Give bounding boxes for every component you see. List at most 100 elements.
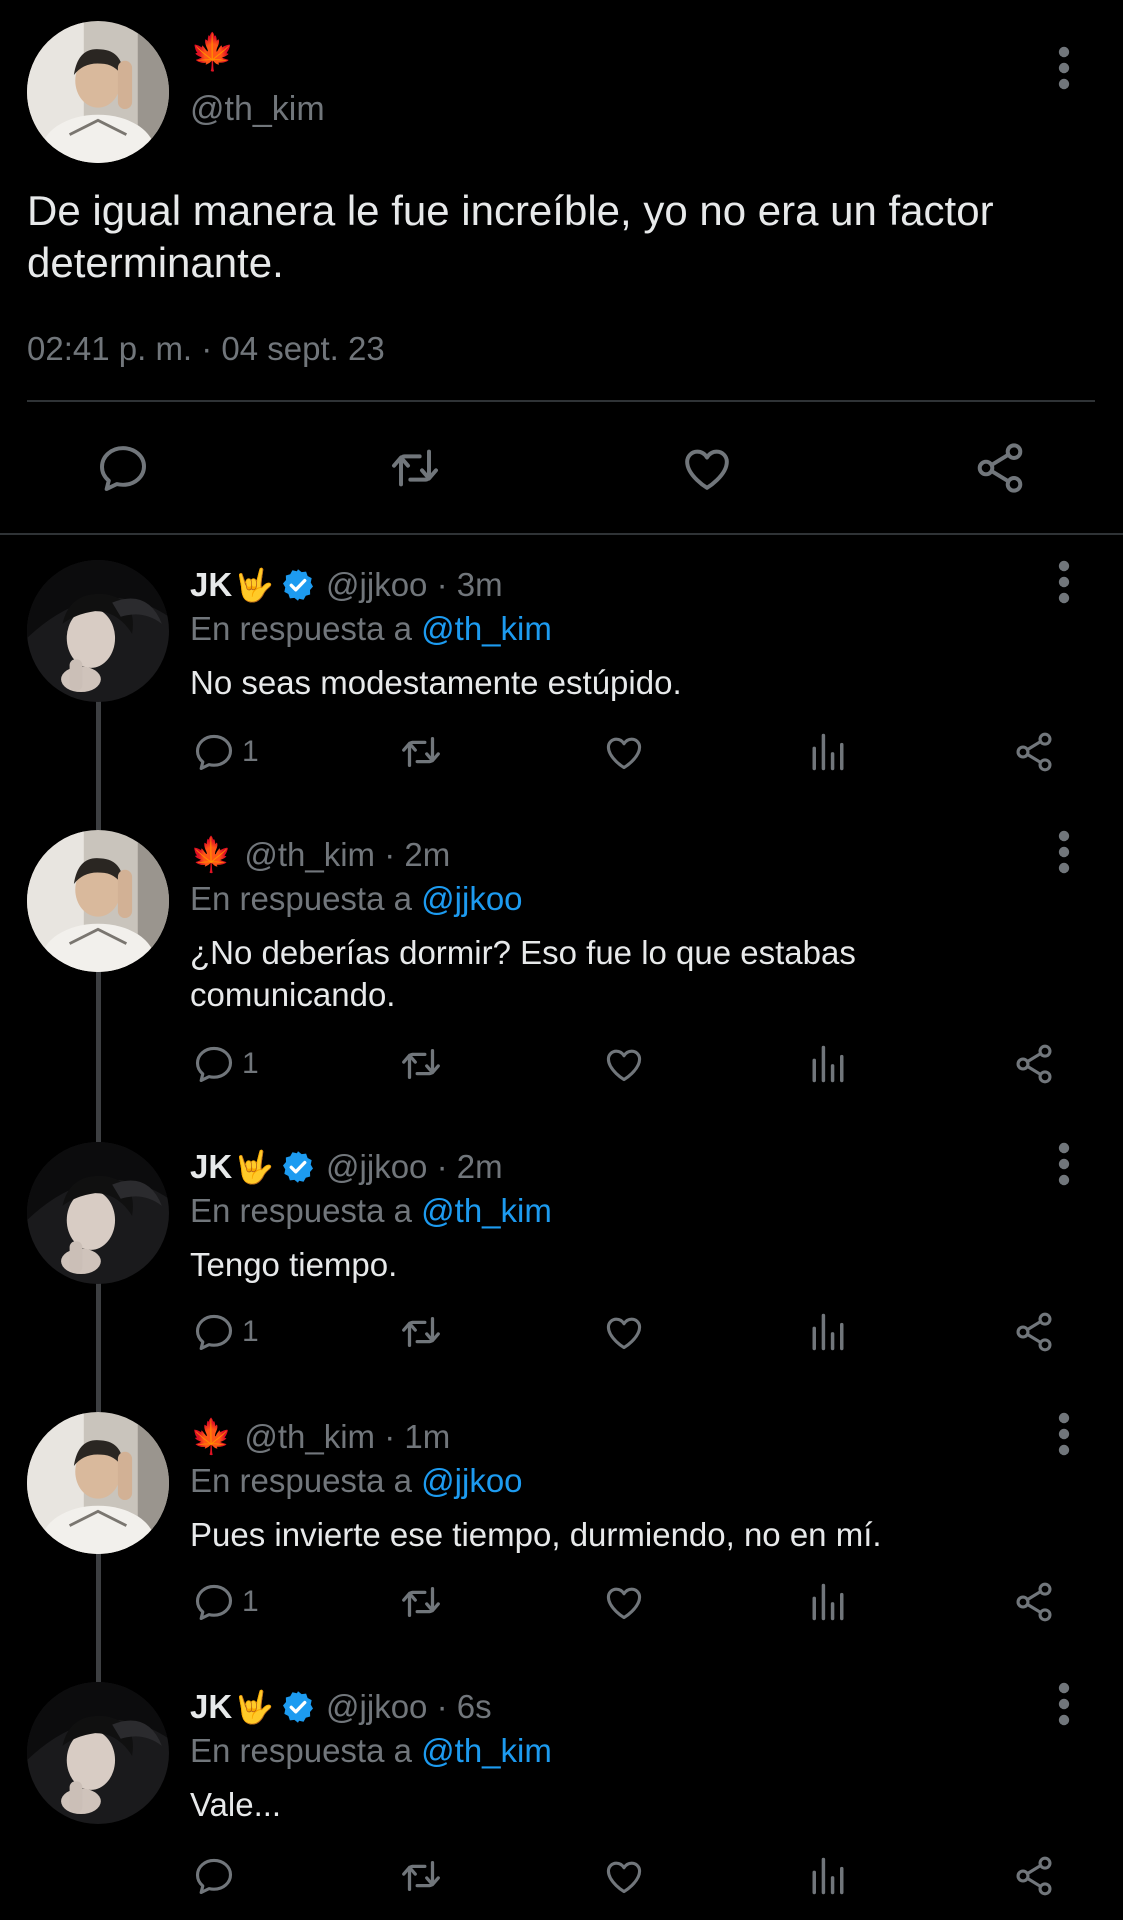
reply-to-prefix: En respuesta a: [190, 1462, 422, 1499]
retweet-button[interactable]: [398, 1852, 444, 1900]
maple-leaf-emoji: 🍁: [190, 836, 233, 874]
avatar[interactable]: [27, 1412, 169, 1554]
thread-line: [96, 1122, 101, 1142]
display-name[interactable]: JK: [190, 1148, 232, 1186]
reply-to-line: En respuesta a @th_kim: [190, 1732, 552, 1770]
avatar-photo: [27, 1682, 169, 1824]
handle-time: @th_kim · 2m: [244, 836, 451, 873]
views-icon: [806, 1042, 850, 1086]
retweet-button[interactable]: [398, 1578, 444, 1626]
handle-time: @jjkoo · 3m: [326, 566, 503, 603]
avatar[interactable]: [27, 830, 169, 972]
views-icon: [806, 1580, 850, 1624]
avatar-photo: [27, 21, 169, 163]
section-divider: [0, 533, 1123, 535]
reply-icon: [192, 1310, 236, 1354]
reply-to-line: En respuesta a @th_kim: [190, 1192, 552, 1230]
views-button[interactable]: [806, 1852, 850, 1900]
share-button[interactable]: [1012, 1040, 1056, 1088]
avatar[interactable]: [27, 21, 169, 163]
reply-tweet[interactable]: 🍁 @th_kim · 2m En respuesta a @jjkoo ¿No…: [0, 810, 1123, 1132]
more-options-icon[interactable]: [1054, 830, 1074, 874]
reply-button[interactable]: 1: [192, 1308, 259, 1356]
avatar-photo: [27, 1412, 169, 1554]
more-options-icon[interactable]: [1054, 1682, 1074, 1726]
share-button[interactable]: [1012, 728, 1056, 776]
thread-line: [96, 1392, 101, 1412]
avatar-photo: [27, 560, 169, 702]
more-options-icon[interactable]: [1054, 1142, 1074, 1186]
reply-button[interactable]: [192, 1852, 242, 1900]
mention-link[interactable]: @jjkoo: [421, 1462, 522, 1499]
reply-tweet[interactable]: 🍁 @th_kim · 1m En respuesta a @jjkoo Pue…: [0, 1392, 1123, 1670]
share-button[interactable]: [1012, 1308, 1056, 1356]
reply-button[interactable]: 1: [192, 1578, 259, 1626]
avatar[interactable]: [27, 1142, 169, 1284]
like-icon: [602, 1042, 646, 1086]
thread-line: [96, 698, 101, 823]
reply-to-line: En respuesta a @th_kim: [190, 610, 552, 648]
views-button[interactable]: [806, 1578, 850, 1626]
like-icon[interactable]: [679, 440, 735, 496]
share-icon[interactable]: [972, 440, 1028, 496]
retweet-icon: [398, 1041, 444, 1087]
thread-line: [96, 1280, 101, 1392]
avatar-photo: [27, 830, 169, 972]
share-button[interactable]: [1012, 1852, 1056, 1900]
display-name[interactable]: JK: [190, 1688, 232, 1726]
more-options-icon[interactable]: [1054, 560, 1074, 604]
retweet-button[interactable]: [398, 728, 444, 776]
share-icon: [1012, 1310, 1056, 1354]
reply-header: JK 🤟 @jjkoo · 6s: [190, 1686, 492, 1728]
reply-text: Vale...: [190, 1786, 282, 1823]
more-options-icon[interactable]: [1054, 46, 1074, 90]
reply-header: 🍁 @th_kim · 2m: [190, 834, 450, 876]
more-options-icon[interactable]: [1054, 1412, 1074, 1456]
maple-leaf-emoji: 🍁: [190, 31, 235, 72]
reply-header: JK 🤟 @jjkoo · 3m: [190, 564, 503, 606]
share-button[interactable]: [1012, 1578, 1056, 1626]
retweet-button[interactable]: [398, 1040, 444, 1088]
views-button[interactable]: [806, 728, 850, 776]
handle-time: @jjkoo · 2m: [326, 1148, 503, 1185]
reply-icon: [192, 1042, 236, 1086]
retweet-icon: [398, 1309, 444, 1355]
like-button[interactable]: [602, 728, 646, 776]
like-button[interactable]: [602, 1578, 646, 1626]
views-icon: [806, 1854, 850, 1898]
retweet-button[interactable]: [398, 1308, 444, 1356]
retweet-icon: [398, 729, 444, 775]
share-icon: [1012, 730, 1056, 774]
reply-icon[interactable]: [95, 440, 151, 496]
reply-tweet[interactable]: JK 🤟 @jjkoo · 3m En respuesta a @th_kim …: [0, 540, 1123, 823]
rock-hand-emoji: 🤟: [234, 1689, 275, 1725]
avatar[interactable]: [27, 560, 169, 702]
reply-to-line: En respuesta a @jjkoo: [190, 1462, 523, 1500]
reply-tweet[interactable]: JK 🤟 @jjkoo · 6s En respuesta a @th_kim …: [0, 1662, 1123, 1920]
like-button[interactable]: [602, 1852, 646, 1900]
verified-badge-icon: [280, 1689, 316, 1725]
maple-leaf-emoji: 🍁: [190, 1418, 233, 1456]
reply-button[interactable]: 1: [192, 1040, 259, 1088]
tweet-text: De igual manera le fue increíble, yo no …: [27, 187, 994, 286]
reply-count: 1: [242, 1315, 259, 1348]
reply-icon: [192, 1854, 236, 1898]
avatar[interactable]: [27, 1682, 169, 1824]
reply-count: 1: [242, 735, 259, 768]
reply-button[interactable]: 1: [192, 728, 259, 776]
reply-tweet[interactable]: JK 🤟 @jjkoo · 2m En respuesta a @th_kim …: [0, 1122, 1123, 1392]
retweet-icon[interactable]: [387, 440, 443, 496]
like-button[interactable]: [602, 1040, 646, 1088]
author-handle[interactable]: @th_kim: [190, 90, 325, 129]
like-button[interactable]: [602, 1308, 646, 1356]
main-tweet: 🍁 @th_kim De igual manera le fue increíb…: [0, 0, 1123, 535]
display-name[interactable]: JK: [190, 566, 232, 604]
verified-badge-icon: [280, 1149, 316, 1185]
mention-link[interactable]: @th_kim: [421, 1192, 552, 1229]
mention-link[interactable]: @th_kim: [421, 1732, 552, 1769]
views-button[interactable]: [806, 1308, 850, 1356]
tweet-timestamp[interactable]: 02:41 p. m. · 04 sept. 23: [27, 330, 385, 368]
views-button[interactable]: [806, 1040, 850, 1088]
mention-link[interactable]: @th_kim: [421, 610, 552, 647]
mention-link[interactable]: @jjkoo: [421, 880, 522, 917]
